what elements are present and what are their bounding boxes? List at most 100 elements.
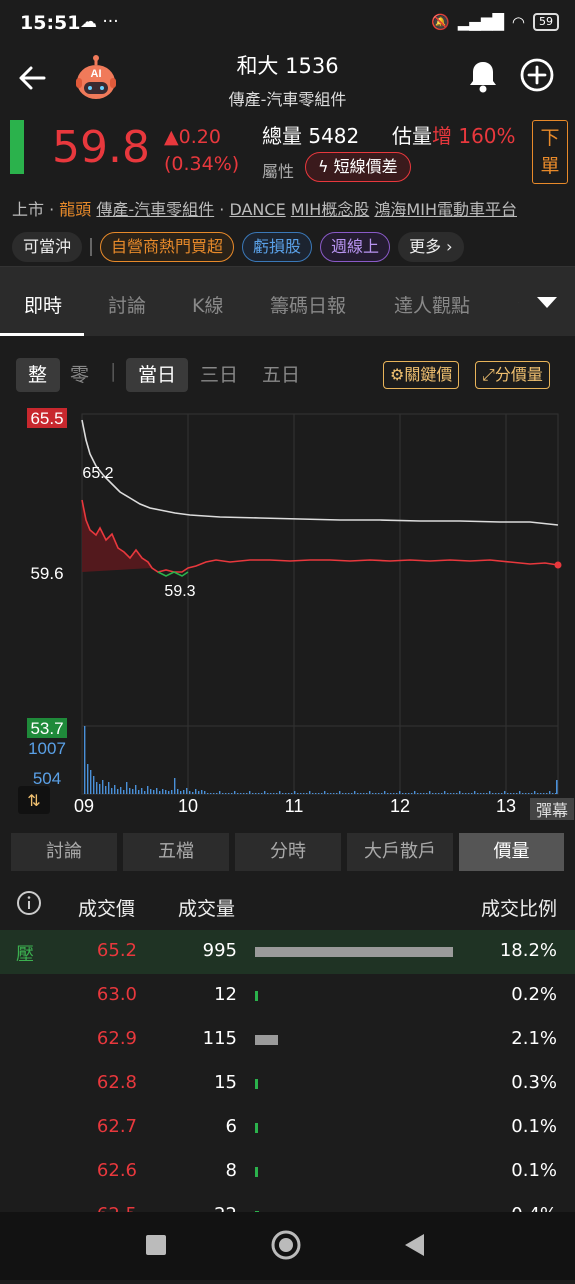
row-volume: 995 (202, 940, 237, 961)
volume-bar (504, 791, 506, 794)
volume-bar (102, 780, 104, 794)
volume-bars (84, 726, 558, 794)
table-row[interactable]: 壓 65.2 995 18.2% (0, 930, 575, 974)
price-change: ▲0.20 (0.34%) (164, 124, 239, 178)
chip-more[interactable]: 更多 › (398, 232, 464, 262)
subtab-discussion[interactable]: 討論 (11, 833, 117, 871)
volume-bar (87, 764, 89, 794)
volume-bar (126, 782, 128, 794)
mode-odd[interactable]: 零 (70, 360, 89, 387)
x-tick: 11 (285, 796, 304, 816)
candle-icon (10, 120, 24, 174)
status-time: 15:51 (20, 12, 81, 34)
header-volume: 成交量 (178, 898, 236, 920)
volume-bar (198, 791, 200, 794)
tab-chips-daily[interactable]: 籌碼日報 (270, 291, 346, 318)
recent-apps-icon[interactable] (146, 1235, 166, 1255)
table-row[interactable]: 63.0 12 0.2% (0, 974, 575, 1018)
volume-bar (498, 793, 500, 794)
volume-bar (450, 793, 452, 794)
subtab-five-levels[interactable]: 五檔 (123, 833, 229, 871)
range-today[interactable]: 當日 (138, 360, 176, 387)
tab-expert[interactable]: 達人觀點 (394, 291, 470, 318)
row-tag: 壓 (16, 944, 34, 965)
volume-bar (366, 793, 368, 794)
volume-bar (423, 793, 425, 794)
volume-bar (156, 788, 158, 794)
x-tick: 10 (178, 796, 198, 816)
volume-bar (237, 793, 239, 794)
dropdown-icon (537, 297, 557, 308)
volume-bar (210, 793, 212, 794)
volume-bar (231, 793, 233, 794)
range-5day[interactable]: 五日 (262, 360, 300, 387)
table-row[interactable]: 62.8 15 0.3% (0, 1062, 575, 1106)
tab-dropdown[interactable] (519, 267, 575, 337)
chip-weekly[interactable]: 週線上 (320, 232, 391, 262)
y-label-bottom: 53.7 (30, 719, 63, 738)
tab-discussion[interactable]: 討論 (108, 291, 146, 318)
table-row[interactable]: 62.6 8 0.1% (0, 1150, 575, 1194)
table-row[interactable]: 62.7 6 0.1% (0, 1106, 575, 1150)
subtab-big-retail[interactable]: 大戶散戶 (347, 833, 453, 871)
lightning-icon: ϟ (318, 157, 329, 176)
volume-bar (276, 793, 278, 794)
volume-bar (363, 793, 365, 794)
volume-bar (441, 793, 443, 794)
attribute-badge[interactable]: ϟ 短線價差 (305, 152, 411, 182)
tag-dance[interactable]: DANCE (229, 200, 285, 219)
back-nav-icon[interactable] (405, 1234, 424, 1256)
volume-label-top: 1007 (28, 739, 66, 758)
chip-daytrade[interactable]: 可當沖 (12, 232, 83, 262)
system-nav-bar (0, 1212, 575, 1280)
price-volume-button[interactable]: ⤢分價量 (475, 361, 550, 389)
volume-bar (114, 785, 116, 794)
tag-mih-ev[interactable]: 鴻海MIH電動車平台 (374, 200, 517, 219)
volume-bar (471, 793, 473, 794)
volume-bar (462, 793, 464, 794)
range-3day[interactable]: 三日 (200, 360, 238, 387)
row-volume: 15 (214, 1072, 237, 1093)
danmu-button[interactable]: 彈幕 (536, 802, 568, 820)
volume-bar (556, 780, 558, 794)
gear-icon: ⚙ (390, 365, 405, 384)
volume-bar (150, 789, 152, 794)
chip-loss[interactable]: 虧損股 (242, 232, 313, 262)
leader-tag[interactable]: 龍頭 (59, 200, 91, 219)
volume-bar (456, 793, 458, 794)
volume-bar (177, 789, 179, 794)
tag-industry[interactable]: 傳產-汽車零組件 (96, 200, 214, 219)
volume-bar (96, 782, 98, 794)
volume-bar (273, 793, 275, 794)
swap-icon: ⇅ (27, 791, 40, 810)
order-button[interactable]: 下單 (532, 120, 568, 184)
subtab-time[interactable]: 分時 (235, 833, 341, 871)
volume-bar (204, 791, 206, 794)
subtab-price-volume[interactable]: 價量 (459, 833, 564, 871)
volume-bar (228, 793, 230, 794)
table-row[interactable]: 62.9 115 2.1% (0, 1018, 575, 1062)
key-price-button[interactable]: ⚙關鍵價 (383, 361, 460, 389)
chip-dealer-buy[interactable]: 自營商熱門買超 (100, 232, 235, 262)
intraday-chart[interactable]: 65.5 59.6 53.7 1007 504 65.2 59.3 09 10 … (0, 400, 575, 820)
key-price-label: 關鍵價 (404, 365, 453, 384)
tag-mih[interactable]: MIH概念股 (291, 200, 370, 219)
volume-bar (174, 778, 176, 794)
volume-bar (414, 791, 416, 794)
info-icon[interactable] (16, 890, 42, 916)
row-price: 62.9 (96, 1028, 137, 1049)
add-watchlist-icon[interactable] (520, 58, 554, 92)
tab-realtime[interactable]: 即時 (24, 291, 62, 318)
volume-bar (243, 793, 245, 794)
average-price-line (81, 419, 559, 526)
mode-whole[interactable]: 整 (28, 360, 47, 387)
last-price-dot (554, 561, 562, 569)
y-label-top: 65.5 (30, 409, 63, 428)
volume-bar (90, 770, 92, 794)
volume-bar (288, 793, 290, 794)
bell-icon[interactable] (466, 58, 500, 94)
main-tabs: 即時 討論 K線 籌碼日報 達人觀點 法 (0, 266, 575, 337)
tab-kline[interactable]: K線 (192, 291, 223, 318)
volume-bar (315, 793, 317, 794)
volume-bar (183, 790, 185, 794)
